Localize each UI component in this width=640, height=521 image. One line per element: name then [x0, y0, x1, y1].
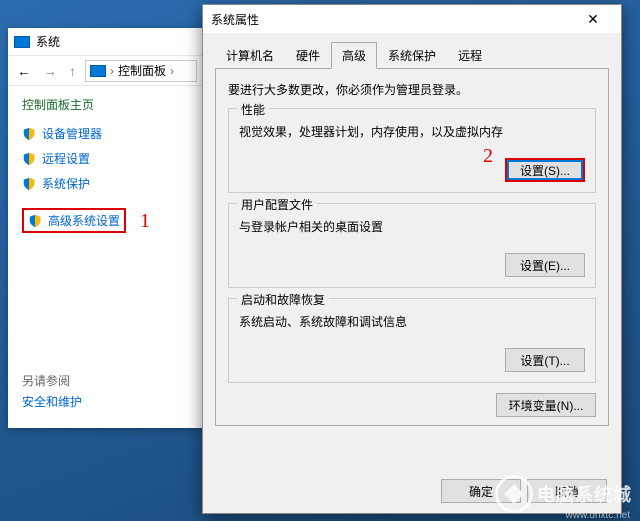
group-title: 启动和故障恢复	[237, 291, 329, 308]
tab-bar: 计算机名 硬件 高级 系统保护 远程	[215, 41, 609, 69]
watermark: 电脑系统城	[495, 475, 632, 513]
shield-icon	[22, 127, 36, 141]
watermark-text: 电脑系统城	[537, 481, 632, 507]
cp-titlebar: 系统	[8, 28, 203, 56]
breadcrumb-label: 控制面板	[118, 62, 166, 79]
env-vars-button[interactable]: 环境变量(N)...	[496, 393, 596, 417]
cp-footer: 另请参阅 安全和维护	[22, 368, 82, 414]
system-icon	[14, 36, 30, 48]
group-title: 用户配置文件	[237, 196, 317, 213]
tab-advanced[interactable]: 高级	[331, 42, 377, 69]
path-icon	[90, 65, 106, 77]
sidebar-item-label: 系统保护	[42, 175, 90, 192]
system-properties-dialog: 系统属性 ✕ 计算机名 硬件 高级 系统保护 远程 要进行大多数更改，你必须作为…	[202, 4, 622, 514]
tab-hardware[interactable]: 硬件	[285, 42, 331, 69]
sidebar-item-device-manager[interactable]: 设备管理器	[22, 125, 189, 142]
dialog-title: 系统属性	[211, 11, 573, 28]
group-profile: 用户配置文件 与登录帐户相关的桌面设置 设置(E)...	[228, 203, 596, 288]
sidebar-item-advanced[interactable]: 高级系统设置	[22, 208, 126, 233]
group-startup: 启动和故障恢复 系统启动、系统故障和调试信息 设置(T)...	[228, 298, 596, 383]
cp-sidebar: 控制面板主页 设备管理器 远程设置 系统保护 高级系统设置	[8, 86, 203, 251]
group-desc: 与登录帐户相关的桌面设置	[239, 218, 585, 235]
group-desc: 视觉效果，处理器计划，内存使用，以及虚拟内存	[239, 123, 585, 140]
sidebar-item-label: 设备管理器	[42, 125, 102, 142]
group-performance: 性能 视觉效果，处理器计划，内存使用，以及虚拟内存 设置(S)...	[228, 108, 596, 193]
tab-remote[interactable]: 远程	[447, 42, 493, 69]
tab-content: 要进行大多数更改，你必须作为管理员登录。 性能 视觉效果，处理器计划，内存使用，…	[215, 69, 609, 426]
close-icon[interactable]: ✕	[573, 5, 613, 33]
annotation-2: 2	[483, 145, 493, 168]
profile-settings-button[interactable]: 设置(E)...	[505, 253, 585, 277]
shield-icon	[28, 214, 42, 228]
watermark-url: www.dnxtc.net	[566, 510, 630, 521]
shield-icon	[22, 152, 36, 166]
group-desc: 系统启动、系统故障和调试信息	[239, 313, 585, 330]
cp-heading: 控制面板主页	[22, 96, 189, 113]
nav-up-icon[interactable]: ↑	[66, 63, 79, 79]
tab-protection[interactable]: 系统保护	[377, 42, 447, 69]
nav-forward-icon: →	[40, 63, 60, 79]
shield-icon	[22, 177, 36, 191]
sp-titlebar: 系统属性 ✕	[203, 5, 621, 33]
sp-body: 计算机名 硬件 高级 系统保护 远程 要进行大多数更改，你必须作为管理员登录。 …	[203, 33, 621, 426]
breadcrumb[interactable]: › 控制面板 ›	[85, 60, 197, 82]
admin-note: 要进行大多数更改，你必须作为管理员登录。	[228, 81, 596, 98]
startup-settings-button[interactable]: 设置(T)...	[505, 348, 585, 372]
sidebar-item-label: 高级系统设置	[48, 212, 120, 229]
security-link[interactable]: 安全和维护	[22, 393, 82, 410]
see-also-label: 另请参阅	[22, 372, 82, 389]
tab-computer-name[interactable]: 计算机名	[215, 42, 285, 69]
sidebar-item-remote[interactable]: 远程设置	[22, 150, 189, 167]
control-panel-window: 系统 ← → ↑ › 控制面板 › 控制面板主页 设备管理器 远程设置 系统保护…	[8, 28, 203, 428]
sidebar-item-label: 远程设置	[42, 150, 90, 167]
perf-settings-button[interactable]: 设置(S)...	[505, 158, 585, 182]
nav-back-icon[interactable]: ←	[14, 63, 34, 79]
annotation-1: 1	[140, 210, 150, 233]
cp-title: 系统	[36, 33, 60, 50]
group-title: 性能	[237, 101, 269, 118]
watermark-icon	[495, 475, 533, 513]
sidebar-item-protection[interactable]: 系统保护	[22, 175, 189, 192]
cp-navbar: ← → ↑ › 控制面板 ›	[8, 56, 203, 86]
